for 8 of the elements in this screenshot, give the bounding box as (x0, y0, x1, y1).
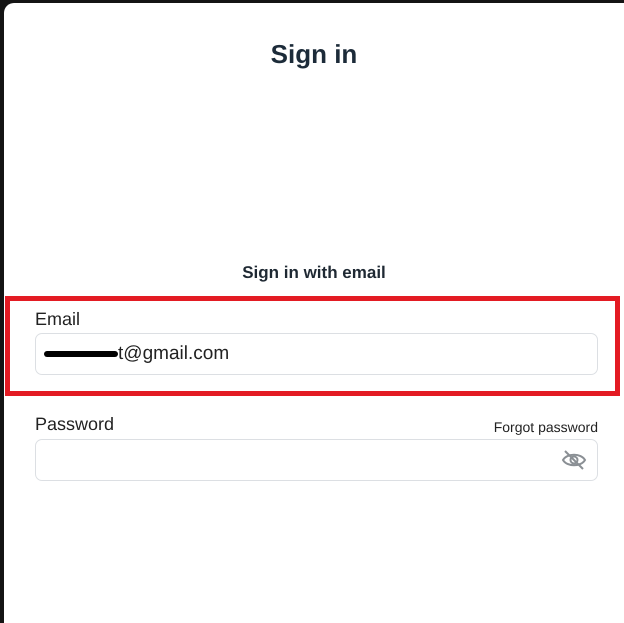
email-field[interactable]: t@gmail.com (35, 333, 598, 375)
password-field[interactable] (35, 439, 598, 481)
forgot-password-link[interactable]: Forgot password (494, 419, 598, 435)
password-label: Password (35, 413, 114, 435)
section-heading: Sign in with email (241, 262, 387, 284)
email-label: Email (35, 308, 82, 330)
eye-slash-icon[interactable] (561, 449, 587, 471)
dialog-title: Sign in (270, 38, 358, 69)
